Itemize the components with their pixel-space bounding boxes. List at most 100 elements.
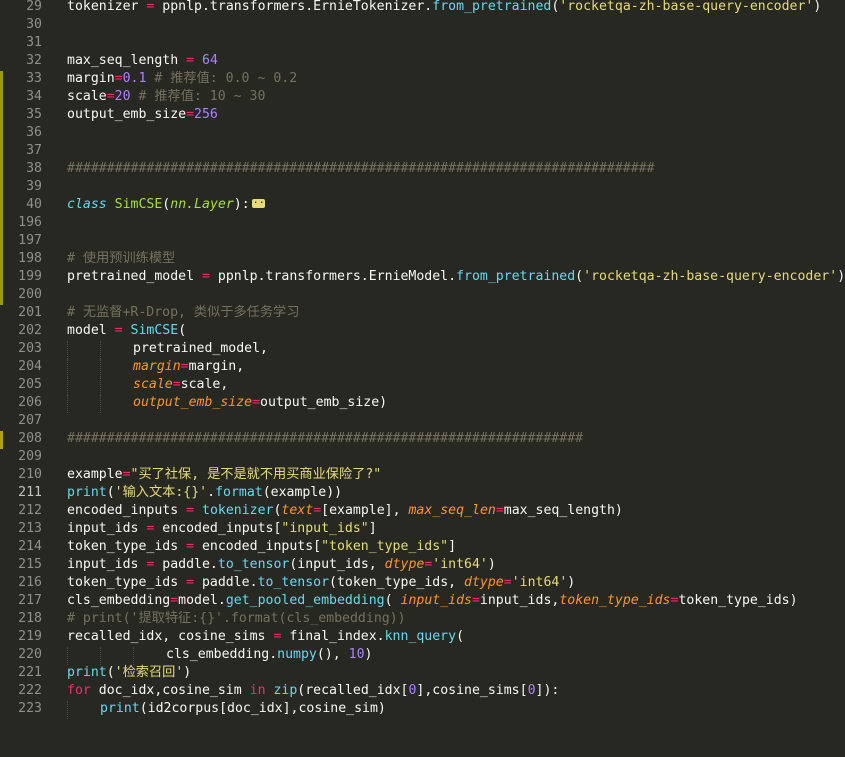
code-text: # 使用预训练模型: [67, 250, 175, 268]
code-token: (recalled_idx[: [297, 683, 409, 698]
code-token: output_emb_size): [260, 395, 388, 410]
code-token: input_ids: [67, 521, 147, 536]
code-line[interactable]: 198 # 使用预训练模型: [0, 251, 845, 269]
code-line[interactable]: 214 token_type_ids = encoded_inputs["toke…: [0, 539, 845, 557]
code-line[interactable]: 32 max_seq_length = 64: [0, 53, 845, 71]
code-line[interactable]: 219 recalled_idx, cosine_sims = final_ind…: [0, 629, 845, 647]
line-number: 209: [18, 449, 42, 464]
code-line[interactable]: 29 tokenizer = ppnlp.transformers.ErnieTo…: [0, 0, 845, 17]
code-text: print('输入文本:{}'.format(example)): [67, 484, 342, 502]
code-token: =: [170, 593, 179, 608]
code-token: # 使用预训练模型: [67, 251, 176, 266]
code-line[interactable]: 35 output_emb_size=256: [0, 107, 845, 125]
indent-guide: [67, 647, 68, 665]
code-line[interactable]: 37: [0, 143, 845, 161]
code-line[interactable]: 38 ######################################…: [0, 161, 845, 179]
code-line[interactable]: 196: [0, 215, 845, 233]
code-line[interactable]: 218 # print('提取特征:{}'.format(cls_embeddin…: [0, 611, 845, 629]
code-line[interactable]: 197: [0, 233, 845, 251]
code-line[interactable]: 216 token_type_ids = paddle.to_tensor(tok…: [0, 575, 845, 593]
code-token: model: [67, 323, 115, 338]
code-token: paddle.: [194, 575, 258, 590]
code-token: 10: [348, 647, 365, 662]
code-token: =: [186, 539, 195, 554]
code-editor[interactable]: 29 tokenizer = ppnlp.transformers.ErnieTo…: [0, 0, 845, 757]
line-number: 212: [18, 503, 42, 518]
code-line[interactable]: 30: [0, 17, 845, 35]
code-line[interactable]: 220 cls_embedding.numpy(), 10): [0, 647, 845, 665]
code-line[interactable]: 201 # 无监督+R-Drop, 类似于多任务学习: [0, 305, 845, 323]
code-token: =: [122, 467, 131, 482]
code-token: (: [178, 323, 187, 338]
code-token: =: [186, 575, 195, 590]
code-line[interactable]: 217 cls_embedding=model.get_pooled_embedd…: [0, 593, 845, 611]
code-token: token_type_ids: [559, 593, 671, 608]
code-token: ): [837, 269, 845, 284]
code-line[interactable]: 205 scale=scale,: [0, 377, 845, 395]
code-token: format: [215, 485, 263, 500]
code-line[interactable]: 206 output_emb_size=output_emb_size): [0, 395, 845, 413]
code-token: 256: [194, 107, 218, 122]
code-token: ): [364, 647, 373, 662]
code-line[interactable]: 208 #####################################…: [0, 431, 845, 449]
code-line[interactable]: 200: [0, 287, 845, 305]
code-line[interactable]: 40 class SimCSE(nn.Layer):: [0, 192, 845, 215]
code-token: max_seq_length): [503, 503, 623, 518]
code-line[interactable]: 213 input_ids = encoded_inputs["input_ids…: [0, 521, 845, 539]
code-line[interactable]: 34 scale=20 # 推荐值: 10 ~ 30: [0, 89, 845, 107]
line-number: 223: [18, 701, 42, 716]
code-token: ]: [368, 521, 377, 536]
code-line[interactable]: 199 pretrained_model = ppnlp.transformers…: [0, 269, 845, 287]
code-token: =: [186, 503, 195, 518]
line-number: 197: [18, 233, 42, 248]
code-line[interactable]: 223 print(id2corpus[doc_idx],cosine_sim): [0, 701, 845, 719]
line-number: 36: [26, 125, 42, 140]
code-token: (: [106, 485, 115, 500]
code-token: from_pretrained: [456, 269, 576, 284]
code-token: token_type_ids): [678, 593, 798, 608]
code-line[interactable]: 212 encoded_inputs = tokenizer(text=[exam…: [0, 503, 845, 521]
code-line[interactable]: 207: [0, 413, 845, 431]
code-token: =: [503, 575, 512, 590]
line-number: 220: [18, 647, 42, 662]
code-token: example: [67, 467, 123, 482]
indent-guide: [99, 359, 101, 377]
code-line[interactable]: 222 for doc_idx,cosine_sim in zip(recalle…: [0, 683, 845, 701]
code-token: in: [249, 683, 266, 698]
code-token: numpy: [277, 647, 317, 662]
code-line[interactable]: 203 pretrained_model,: [0, 341, 845, 359]
code-token: =: [180, 359, 189, 374]
code-line[interactable]: 33 margin=0.1 # 推荐值: 0.0 ~ 0.2: [0, 71, 845, 89]
fold-ellipsis-icon[interactable]: [251, 192, 271, 210]
line-number: 202: [18, 323, 42, 338]
indent-guide: [99, 341, 101, 359]
code-line[interactable]: 209: [0, 449, 845, 467]
code-token: tokenizer: [202, 503, 274, 518]
code-token: (),: [316, 647, 349, 662]
line-number: 30: [26, 17, 42, 32]
code-token: (input_ids,: [289, 557, 385, 572]
code-line[interactable]: 215 input_ids = paddle.to_tensor(input_id…: [0, 557, 845, 575]
code-token: tokenizer: [67, 0, 147, 14]
code-line[interactable]: 39: [0, 179, 845, 197]
code-token: scale: [67, 89, 107, 104]
code-text: tokenizer = ppnlp.transformers.ErnieToke…: [67, 0, 821, 16]
code-token: final_index.: [281, 629, 385, 644]
line-number: 204: [18, 359, 42, 374]
code-token: (token_type_ids,: [329, 575, 465, 590]
code-text: scale=scale,: [133, 376, 228, 394]
code-token: =: [201, 269, 210, 284]
code-line[interactable]: 210 example="买了社保, 是不是就不用买商业保险了?": [0, 467, 845, 485]
code-text: ########################################…: [67, 430, 583, 448]
code-line[interactable]: 211 print('输入文本:{}'.format(example)): [0, 485, 845, 503]
code-line[interactable]: 204 margin=margin,: [0, 359, 845, 377]
code-line[interactable]: 202 model = SimCSE(: [0, 323, 845, 341]
code-token: input_ids: [400, 593, 472, 608]
code-token: ):: [233, 197, 250, 212]
code-line[interactable]: 221 print('检索召回'): [0, 665, 845, 683]
code-line[interactable]: 31: [0, 35, 845, 53]
code-line[interactable]: 36: [0, 125, 845, 143]
code-token: output_emb_size: [67, 107, 187, 122]
